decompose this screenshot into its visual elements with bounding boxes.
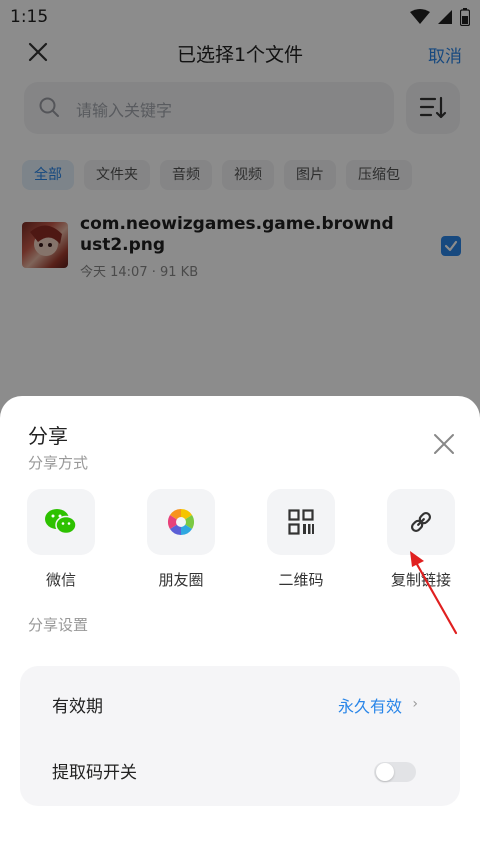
share-option-moments[interactable]: 朋友圈 (147, 489, 215, 589)
link-icon (410, 511, 432, 533)
chevron-right-icon: › (412, 696, 418, 712)
close-icon[interactable] (432, 432, 456, 456)
validity-row[interactable]: 有效期 永久有效 › (20, 670, 460, 736)
share-sheet-title: 分享 (28, 424, 68, 448)
qr-code-icon (288, 509, 314, 535)
share-settings-card: 有效期 永久有效 › 提取码开关 (20, 666, 460, 806)
share-method-label: 分享方式 (28, 454, 89, 472)
share-option-label: 复制链接 (390, 571, 451, 589)
validity-label: 有效期 (52, 697, 103, 717)
share-tile[interactable] (27, 489, 95, 555)
share-option-copy-link[interactable]: 复制链接 (387, 489, 455, 589)
share-option-qr-code[interactable]: 二维码 (267, 489, 335, 589)
share-option-label: 朋友圈 (158, 571, 204, 589)
toggle-knob (376, 763, 394, 781)
share-option-label: 微信 (45, 571, 76, 589)
share-option-wechat[interactable]: 微信 (27, 489, 95, 589)
extraction-code-row: 提取码开关 (20, 736, 460, 802)
extraction-code-toggle[interactable] (374, 762, 416, 782)
share-sheet: 分享 分享方式 微信 朋友圈 二维码 复制链接 分享设置 有效期 永久有效 › … (0, 396, 480, 853)
share-settings-label: 分享设置 (28, 616, 89, 634)
moments-icon (167, 508, 195, 536)
screen: 1:15 已选择1个文件 取消 请输入关键字 全部 文件夹 音频 视频 图片 压… (0, 0, 480, 853)
share-tile[interactable] (267, 489, 335, 555)
wechat-icon (45, 509, 77, 535)
share-tile[interactable] (387, 489, 455, 555)
extraction-code-label: 提取码开关 (52, 763, 137, 783)
validity-value[interactable]: 永久有效 (338, 693, 402, 717)
share-option-label: 二维码 (278, 571, 324, 589)
share-tile[interactable] (147, 489, 215, 555)
